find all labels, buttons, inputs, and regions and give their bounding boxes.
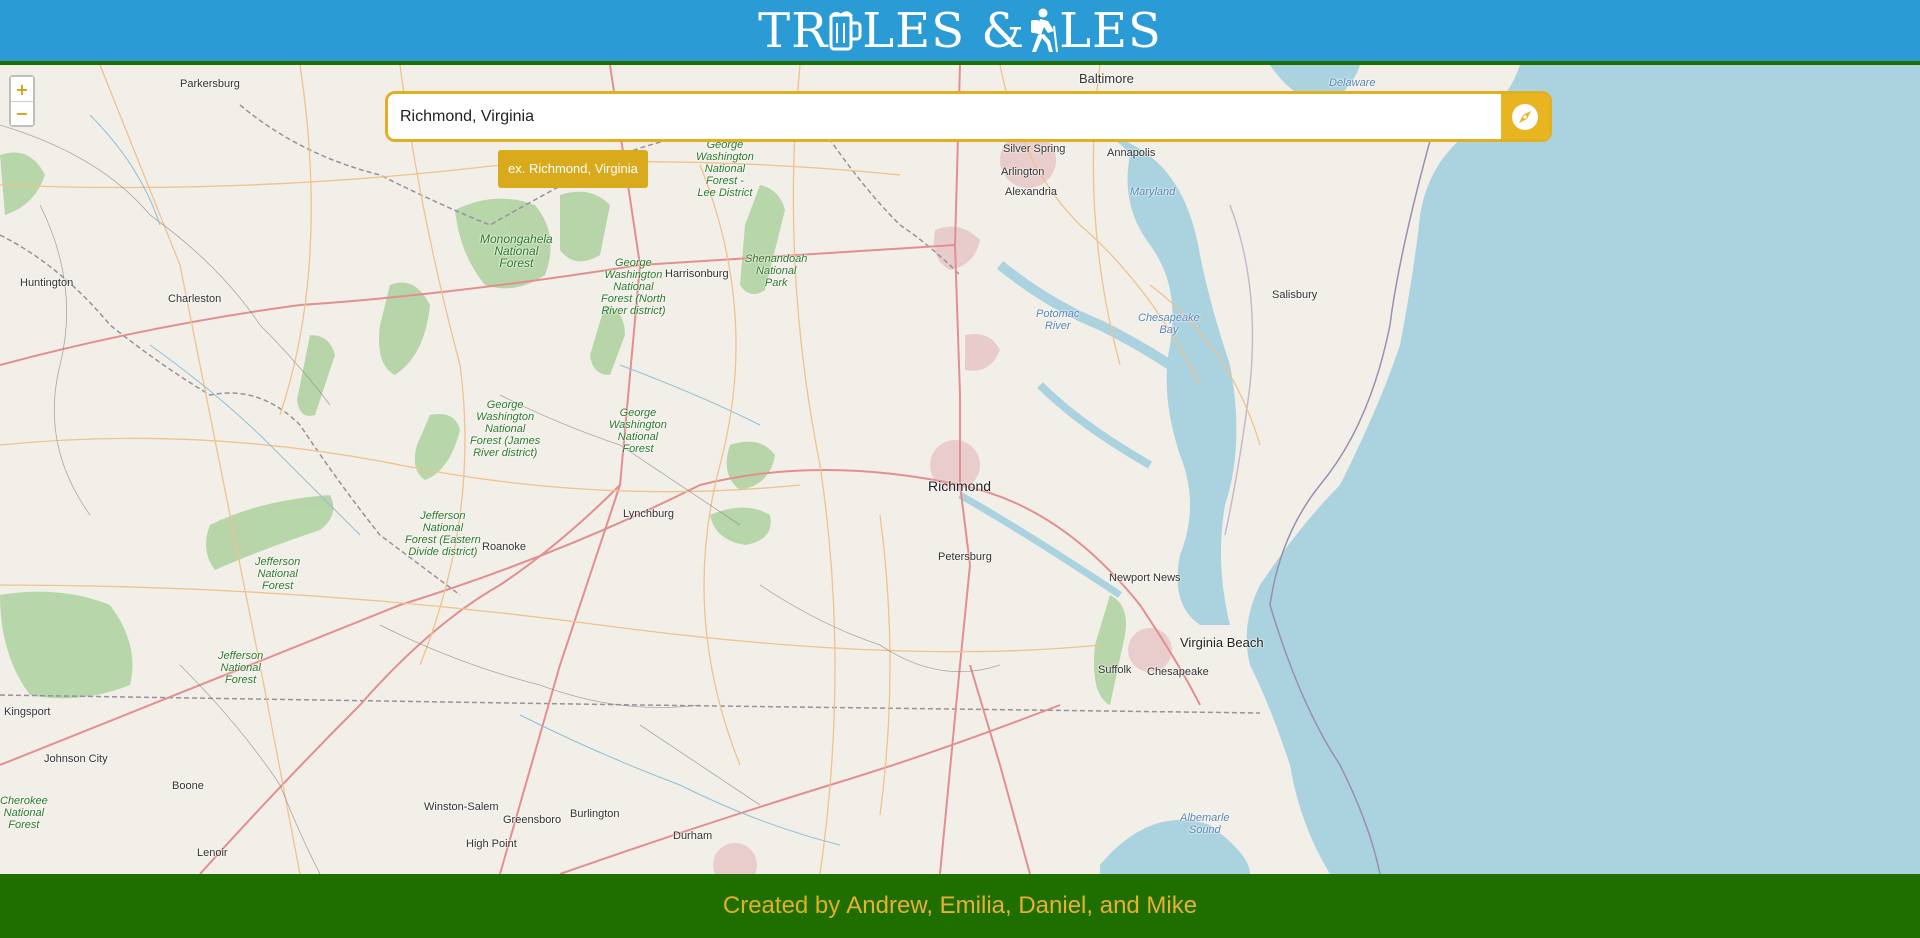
water-label-delaware: Delaware (1329, 77, 1376, 89)
map-tiles (0, 65, 1920, 874)
city-label-charleston: Charleston (168, 293, 222, 305)
city-label-baltimore: Baltimore (1079, 71, 1134, 86)
city-label-kingsport: Kingsport (4, 706, 51, 718)
forest-label-shenandoah: Shenandoah National Park (745, 253, 808, 289)
site-footer: Created by Andrew, Emilia, Daniel, and M… (0, 874, 1920, 938)
site-header: TR LES & LES (0, 0, 1920, 65)
search-bar (385, 91, 1552, 142)
hiker-icon (1031, 8, 1059, 52)
water-label-albemarle: Albemarle Sound (1180, 812, 1230, 836)
city-label-arlington: Arlington (1001, 166, 1045, 178)
forest-label-jefferson-2: Jefferson National Forest (218, 650, 264, 686)
city-label-chesapeake: Chesapeake (1147, 666, 1209, 678)
footer-prefix: Created by (722, 892, 841, 919)
zoom-out-button[interactable]: − (11, 101, 33, 125)
city-label-huntington: Huntington (20, 277, 74, 289)
logo-text-2: LES & (862, 2, 1026, 59)
beer-mug-icon (829, 10, 862, 50)
footer-authors: Andrew, Emilia, Daniel, and Mike (846, 892, 1198, 919)
city-label-boone: Boone (172, 780, 204, 792)
site-logo[interactable]: TR LES & LES (758, 7, 1162, 55)
city-label-lenoir: Lenoir (197, 847, 228, 859)
city-label-alexandria: Alexandria (1005, 186, 1057, 198)
water-label-chesapeake-bay: Chesapeake Bay (1138, 312, 1200, 336)
forest-label-gw-lee: George Washington National Forest - Lee … (696, 139, 754, 199)
city-label-high-point: High Point (466, 838, 517, 850)
water-label-potomac: Potomac River (1036, 308, 1080, 332)
city-label-annapolis: Annapolis (1107, 147, 1156, 159)
zoom-in-button[interactable]: + (11, 77, 33, 101)
forest-label-monongahela: Monongahela National Forest (480, 232, 553, 270)
city-label-harrisonburg: Harrisonburg (665, 268, 729, 280)
city-label-winston-salem: Winston-Salem (424, 801, 499, 813)
location-search-input[interactable] (388, 94, 1501, 139)
city-label-lynchburg: Lynchburg (623, 508, 674, 520)
forest-label-jefferson-eastern: Jefferson National Forest (Eastern Divid… (405, 510, 481, 558)
city-label-parkersburg: Parkersburg (180, 78, 240, 90)
forest-label-cherokee: Cherokee National Forest (0, 795, 48, 831)
city-label-greensboro: Greensboro (503, 814, 562, 826)
city-label-suffolk: Suffolk (1098, 664, 1132, 676)
zoom-control: + − (9, 75, 35, 127)
city-label-roanoke: Roanoke (482, 541, 527, 553)
forest-label-gw-central: George Washington National Forest (609, 407, 667, 455)
logo-text-1: TR (758, 2, 829, 59)
forest-label-jefferson-1: Jefferson National Forest (255, 556, 301, 592)
city-label-newport-news: Newport News (1109, 572, 1181, 584)
forest-label-gw-james: George Washington National Forest (James… (470, 399, 541, 459)
city-label-burlington: Burlington (570, 808, 620, 820)
compass-icon (1512, 103, 1538, 130)
city-label-richmond: Richmond (928, 478, 992, 494)
water-label-maryland: Maryland (1130, 186, 1176, 198)
city-label-petersburg: Petersburg (938, 551, 992, 563)
city-label-durham: Durham (673, 830, 713, 842)
city-label-johnson-city: Johnson City (44, 753, 108, 765)
city-label-virginia-beach: Virginia Beach (1180, 635, 1264, 650)
search-button[interactable] (1501, 94, 1549, 139)
forest-label-gw-north: George Washington National Forest (North… (601, 257, 666, 317)
city-label-silver-spring: Silver Spring (1003, 143, 1066, 155)
search-suggestion[interactable]: ex. Richmond, Virginia (498, 150, 648, 188)
city-label-salisbury: Salisbury (1272, 289, 1318, 301)
map-view[interactable]: Parkersburg Baltimore Silver Spring Anna… (0, 65, 1920, 874)
logo-text-3: LES (1059, 2, 1162, 59)
